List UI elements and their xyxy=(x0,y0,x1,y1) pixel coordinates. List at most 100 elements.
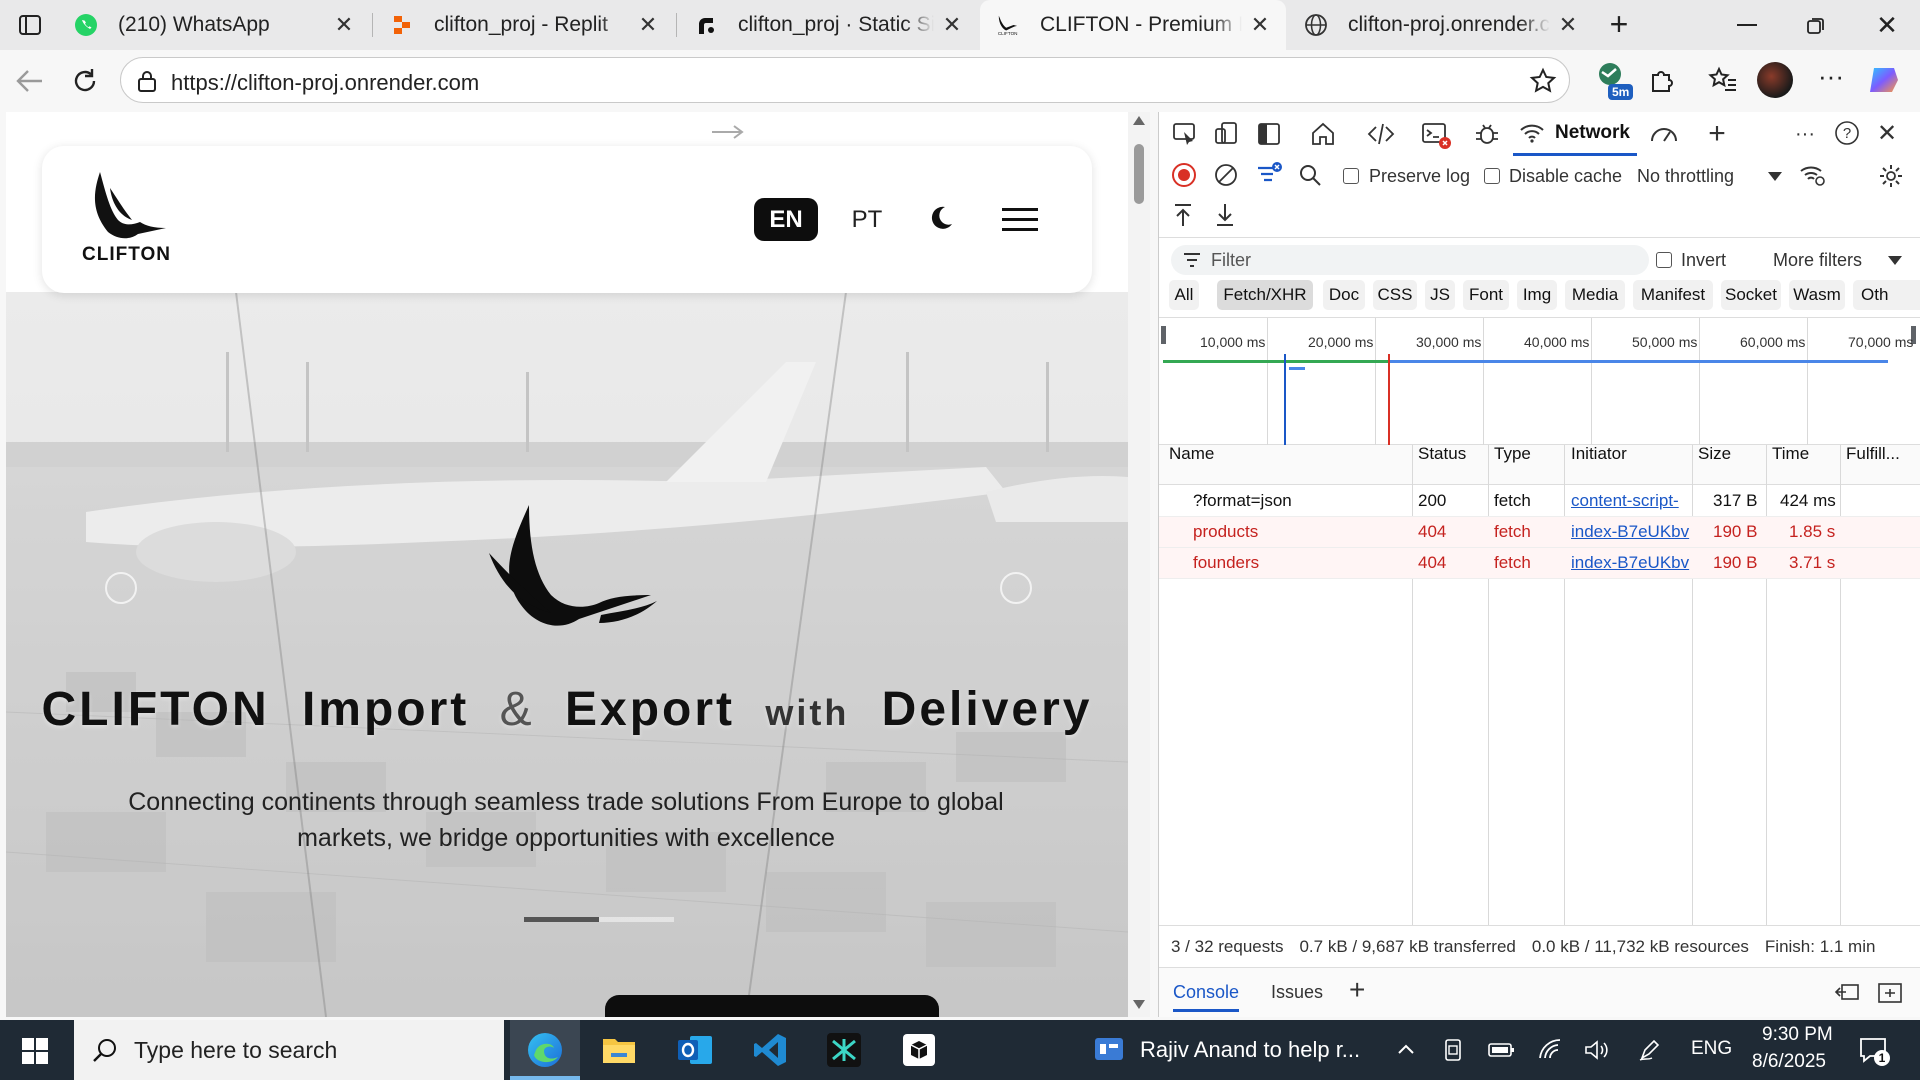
app-butterfly-icon[interactable] xyxy=(824,1030,864,1070)
carousel-next-arrow[interactable] xyxy=(710,122,746,142)
table-row[interactable]: founders 404 fetch index-B7eUKbv 190 B 3… xyxy=(1159,548,1920,579)
wifi-icon[interactable] xyxy=(1538,1038,1562,1062)
col-type[interactable]: Type xyxy=(1494,444,1531,464)
console-icon[interactable] xyxy=(1421,120,1451,150)
close-tab-icon[interactable]: ✕ xyxy=(630,12,666,38)
tab-render[interactable]: clifton_proj · Static Site · R ✕ xyxy=(678,0,978,50)
add-drawer-tab-icon[interactable]: + xyxy=(1349,974,1365,1006)
elements-code-icon[interactable] xyxy=(1367,120,1395,148)
tab-clifton[interactable]: CLIFTON CLIFTON - Premium Import ✕ xyxy=(980,0,1286,50)
import-har-icon[interactable] xyxy=(1171,202,1195,228)
extensions-puzzle-icon[interactable] xyxy=(1648,66,1676,94)
favorite-star-icon[interactable] xyxy=(1529,67,1557,95)
close-window-icon[interactable]: ✕ xyxy=(1872,10,1902,40)
network-conditions-icon[interactable] xyxy=(1799,162,1827,188)
undock-drawer-icon[interactable] xyxy=(1834,982,1860,1004)
clock-date[interactable]: 8/6/2025 xyxy=(1752,1051,1826,1073)
filter-chip-all[interactable]: All xyxy=(1169,280,1199,310)
filter-chip-wasm[interactable]: Wasm xyxy=(1789,280,1845,310)
table-row[interactable]: ?format=json 200 fetch content-script- 3… xyxy=(1159,486,1920,517)
device-emulation-icon[interactable] xyxy=(1213,120,1241,148)
restore-icon[interactable] xyxy=(1806,16,1826,36)
profile-avatar[interactable] xyxy=(1757,62,1793,98)
minimize-icon[interactable] xyxy=(1737,24,1757,26)
timeline-left-handle[interactable] xyxy=(1161,326,1166,344)
row-initiator-link[interactable]: index-B7eUKbv xyxy=(1571,522,1690,542)
more-filters-button[interactable]: More filters xyxy=(1773,250,1862,271)
more-menu-icon[interactable]: ··· xyxy=(1818,63,1844,92)
action-center-icon[interactable]: 1 xyxy=(1858,1036,1892,1066)
back-icon[interactable] xyxy=(14,66,46,96)
favorites-icon[interactable] xyxy=(1708,66,1738,94)
search-icon[interactable] xyxy=(1297,162,1323,188)
filter-chip-socket[interactable]: Socket xyxy=(1721,280,1781,310)
close-drawer-icon[interactable] xyxy=(1877,982,1903,1004)
scroll-up-arrow[interactable] xyxy=(1133,116,1145,125)
invert-checkbox[interactable] xyxy=(1656,252,1672,268)
app-box-icon[interactable] xyxy=(899,1030,939,1070)
clock-time[interactable]: 9:30 PM xyxy=(1762,1024,1833,1046)
col-fulfilled[interactable]: Fulfill... xyxy=(1846,444,1900,464)
tab-onrender[interactable]: clifton-proj.onrender.com/ ✕ xyxy=(1288,0,1594,50)
add-tool-icon[interactable]: + xyxy=(1703,117,1731,150)
close-devtools-icon[interactable]: ✕ xyxy=(1873,119,1901,147)
table-row[interactable]: products 404 fetch index-B7eUKbv 190 B 1… xyxy=(1159,517,1920,548)
inspect-element-icon[interactable] xyxy=(1171,120,1199,148)
hamburger-menu-icon[interactable] xyxy=(1002,208,1038,232)
drawer-tab-issues[interactable]: Issues xyxy=(1271,982,1323,1003)
col-name[interactable]: Name xyxy=(1169,444,1214,464)
welcome-home-icon[interactable] xyxy=(1309,120,1337,148)
filter-chip-css[interactable]: CSS xyxy=(1373,280,1417,310)
address-bar[interactable]: https://clifton-proj.onrender.com xyxy=(120,57,1570,103)
cta-button[interactable] xyxy=(605,995,939,1017)
disable-cache-checkbox[interactable] xyxy=(1484,168,1500,184)
close-tab-icon[interactable]: ✕ xyxy=(1550,12,1586,38)
filter-chip-other[interactable]: Oth xyxy=(1853,280,1920,310)
filter-toggle-icon[interactable] xyxy=(1255,160,1285,190)
filter-input[interactable]: Filter xyxy=(1171,245,1649,275)
scroll-down-arrow[interactable] xyxy=(1133,1000,1145,1009)
volume-icon[interactable] xyxy=(1584,1038,1610,1062)
new-tab-icon[interactable]: + xyxy=(1602,8,1636,42)
language-en-button[interactable]: EN xyxy=(754,198,818,241)
page-scrollbar[interactable] xyxy=(1128,112,1150,1017)
site-info-icon[interactable] xyxy=(136,69,158,93)
refresh-icon[interactable] xyxy=(70,66,100,96)
settings-gear-icon[interactable] xyxy=(1877,162,1905,190)
copilot-icon[interactable] xyxy=(1866,62,1902,98)
timeline-overview[interactable]: 10,000 ms 20,000 ms 30,000 ms 40,000 ms … xyxy=(1159,317,1920,446)
preserve-log-checkbox[interactable] xyxy=(1343,168,1359,184)
pen-icon[interactable] xyxy=(1638,1038,1662,1062)
tab-network[interactable]: Network xyxy=(1513,112,1637,156)
filter-chip-manifest[interactable]: Manifest xyxy=(1633,280,1713,310)
windows-start-icon[interactable] xyxy=(22,1038,48,1064)
filter-chip-font[interactable]: Font xyxy=(1463,280,1509,310)
export-har-icon[interactable] xyxy=(1213,202,1237,228)
clifton-logo[interactable]: CLIFTON xyxy=(80,170,176,270)
col-initiator[interactable]: Initiator xyxy=(1571,444,1627,464)
tab-actions-icon[interactable] xyxy=(18,13,42,37)
close-tab-icon[interactable]: ✕ xyxy=(326,12,362,38)
filter-chip-js[interactable]: JS xyxy=(1425,280,1455,310)
chevron-down-icon[interactable] xyxy=(1888,256,1902,265)
record-stop-icon[interactable] xyxy=(1171,162,1197,188)
col-time[interactable]: Time xyxy=(1772,444,1809,464)
extension-profile-icon[interactable]: 5m xyxy=(1592,58,1634,102)
close-tab-icon[interactable]: ✕ xyxy=(934,12,970,38)
filter-chip-media[interactable]: Media xyxy=(1565,280,1625,310)
col-status[interactable]: Status xyxy=(1418,444,1466,464)
scroll-thumb[interactable] xyxy=(1134,144,1144,204)
edge-browser-icon[interactable] xyxy=(525,1030,565,1070)
row-initiator-link[interactable]: index-B7eUKbv xyxy=(1571,553,1690,573)
filter-chip-doc[interactable]: Doc xyxy=(1323,280,1365,310)
close-tab-icon[interactable]: ✕ xyxy=(1242,12,1278,38)
file-explorer-icon[interactable] xyxy=(599,1030,639,1070)
more-tools-icon[interactable]: ··· xyxy=(1793,120,1817,148)
tray-meet-icon[interactable] xyxy=(1442,1038,1464,1062)
vscode-icon[interactable] xyxy=(750,1030,790,1070)
chevron-down-icon[interactable] xyxy=(1768,172,1782,181)
performance-icon[interactable] xyxy=(1649,120,1679,148)
dark-mode-moon-icon[interactable] xyxy=(927,204,955,232)
clear-log-icon[interactable] xyxy=(1213,162,1239,188)
taskbar-search-box[interactable]: Type here to search xyxy=(74,1020,504,1080)
